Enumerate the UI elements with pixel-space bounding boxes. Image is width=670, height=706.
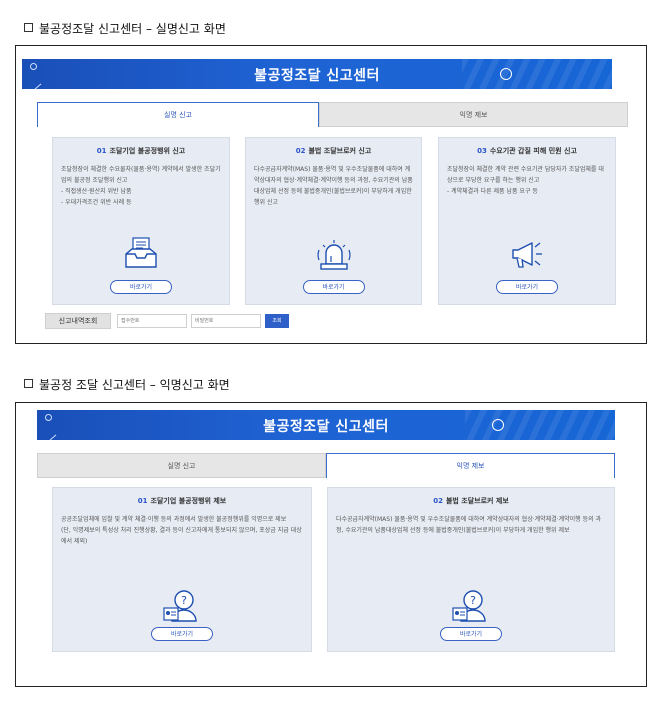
tab-anonymous[interactable]: 익명 제보 (319, 102, 628, 127)
card-title-text: 조달기업 불공정행위 제보 (150, 497, 227, 505)
card-title: 01 조달기업 불공정행위 신고 (53, 146, 229, 156)
svg-text:?: ? (181, 594, 187, 607)
card-description: 다수공급자계약(MAS) 물품·용역 및 우수조달물품에 대하여 계약상대자의 … (336, 516, 602, 534)
lookup-button[interactable]: 조회 (265, 314, 289, 328)
lookup-label: 신고내역조회 (45, 313, 111, 329)
circle-icon (500, 68, 512, 80)
banner: 불공정조달 신고센터 (22, 59, 612, 89)
section-caption-anonymous: 불공정 조달 신고센터 – 익명신고 화면 (24, 376, 230, 393)
circle-icon (492, 419, 504, 431)
card-number: 01 (96, 147, 107, 155)
go-button-supplier-report[interactable]: 바로가기 (110, 280, 172, 294)
siren-icon (316, 240, 351, 270)
card-title-text: 불법 조달브로커 제보 (445, 497, 509, 505)
section-caption-real-name: 불공정조달 신고센터 – 실명신고 화면 (24, 20, 226, 37)
go-button-supplier-tip[interactable]: 바로가기 (151, 627, 213, 641)
banner-title: 불공정조달 신고센터 (254, 68, 380, 84)
inbox-document-icon (125, 237, 157, 268)
card-title-text: 불법 조달브로커 신고 (308, 147, 372, 155)
card-number: 03 (477, 147, 487, 155)
caption-text: 불공정조달 신고센터 – 실명신고 화면 (39, 22, 226, 36)
card-title: 01 조달기업 불공정행위 제보 (53, 496, 311, 506)
report-card-agency-abuse: 03 수요기관 갑질 피해 민원 신고 조달청장이 체결한 계약 관련 수요기관 … (438, 137, 616, 305)
svg-text:?: ? (470, 594, 476, 607)
person-question-icon: ? (163, 590, 197, 622)
card-description: 조달청장이 체결한 수요물자(물품·용역) 계약에서 발생한 조달기업의 불공정… (61, 166, 221, 206)
card-number: 01 (137, 497, 148, 505)
banner: 불공정조달 신고센터 (37, 410, 615, 440)
password-input[interactable] (191, 314, 261, 328)
tab-real-name[interactable]: 실명 신고 (37, 102, 319, 127)
go-button-broker-tip[interactable]: 바로가기 (440, 627, 502, 641)
card-description: 다수공급자계약(MAS) 물품·용역 및 우수조달물품에 대하여 계약상대자의 … (254, 166, 413, 206)
card-title: 02 불법 조달브로커 신고 (246, 146, 421, 156)
tab-anonymous[interactable]: 익명 제보 (326, 453, 615, 478)
square-bullet-icon (24, 379, 33, 388)
banner-title: 불공정조달 신고센터 (263, 419, 389, 435)
card-description: 공공조달업체에 입찰 및 계약 체결·이행 등의 과정에서 발생한 불공정행위를… (61, 516, 302, 545)
card-title-text: 수요기관 갑질 피해 민원 신고 (489, 147, 577, 155)
tab-bar: 실명 신고 익명 제보 (37, 453, 615, 479)
tip-card-broker: 02 불법 조달브로커 제보 다수공급자계약(MAS) 물품·용역 및 우수조달물… (327, 487, 615, 652)
go-button-broker-report[interactable]: 바로가기 (302, 280, 365, 294)
card-number: 02 (295, 147, 306, 155)
caption-text: 불공정 조달 신고센터 – 익명신고 화면 (39, 378, 230, 392)
card-title: 03 수요기관 갑질 피해 민원 신고 (439, 146, 615, 156)
card-description: 조달청장이 체결한 계약 관련 수요기관 담당자가 조달업체를 대상으로 부당한… (447, 166, 604, 195)
tab-bar: 실명 신고 익명 제보 (22, 102, 628, 128)
card-number: 02 (433, 497, 443, 505)
card-title: 02 불법 조달브로커 제보 (328, 496, 614, 506)
square-bullet-icon (24, 23, 33, 32)
go-button-agency-abuse-report[interactable]: 바로가기 (496, 280, 558, 294)
person-question-icon: ? (452, 590, 486, 622)
report-card-broker: 02 불법 조달브로커 신고 다수공급자계약(MAS) 물품·용역 및 우수조달물… (245, 137, 422, 305)
tab-real-name[interactable]: 실명 신고 (37, 453, 326, 478)
tip-card-supplier: 01 조달기업 불공정행위 제보 공공조달업체에 입찰 및 계약 체결·이행 등의… (52, 487, 312, 652)
receipt-number-input[interactable] (117, 314, 187, 328)
card-title-text: 조달기업 불공정행위 신고 (109, 147, 186, 155)
megaphone-icon (512, 242, 542, 268)
report-card-supplier: 01 조달기업 불공정행위 신고 조달청장이 체결한 수요물자(물품·용역) 계약… (52, 137, 230, 305)
